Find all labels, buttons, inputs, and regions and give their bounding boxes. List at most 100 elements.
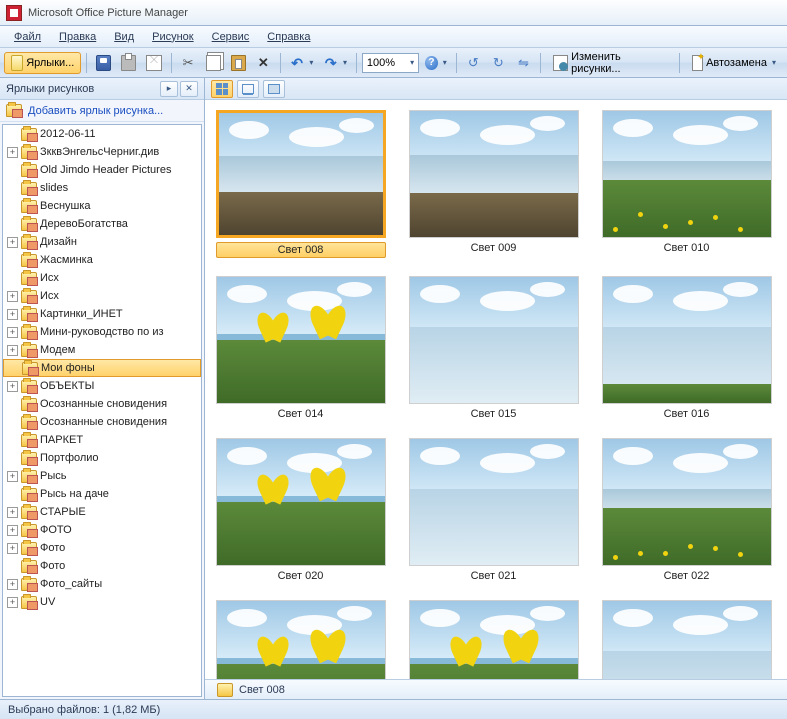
tree-item-label: 2012-06-11	[40, 128, 95, 140]
tree-item[interactable]: Осознанные сновидения	[3, 413, 201, 431]
thumbnail[interactable]: Свет 016	[599, 276, 774, 420]
tree-item[interactable]: +Модем	[3, 341, 201, 359]
thumbnail-area[interactable]: Свет 008Свет 009Свет 010 Свет 014Свет 015…	[205, 100, 787, 679]
panel-expand-button[interactable]: ▸	[160, 81, 178, 97]
tree-item[interactable]: +Картинки_ИНЕТ	[3, 305, 201, 323]
tree-item[interactable]: Осознанные сновидения	[3, 395, 201, 413]
thumbnail[interactable]: Свет 015	[406, 276, 581, 420]
thumbnail[interactable]: Свет 026	[213, 600, 388, 679]
thumbnail-image	[409, 600, 579, 679]
flip-button[interactable]: ⇋	[512, 52, 535, 74]
tree-item[interactable]: +Исх	[3, 287, 201, 305]
autocorrect-label: Автозамена	[706, 57, 767, 69]
expand-toggle[interactable]: +	[7, 525, 18, 536]
tree-item[interactable]: ПАРКЕТ	[3, 431, 201, 449]
tree-item[interactable]: +ЗкквЭнгельсЧерниг.див	[3, 143, 201, 161]
add-shortcut-link[interactable]: Добавить ярлык рисунка...	[0, 100, 204, 122]
tree-item[interactable]: Фото	[3, 557, 201, 575]
expand-toggle	[7, 399, 18, 410]
rotate-right-button[interactable]: ↻	[487, 52, 510, 74]
filmstrip-view-button[interactable]	[237, 80, 259, 98]
tree-item[interactable]: slides	[3, 179, 201, 197]
folder-tree[interactable]: 2012-06-11 +ЗкквЭнгельсЧерниг.дивOld Jimd…	[2, 124, 202, 697]
menu-file[interactable]: Файл	[6, 29, 49, 45]
undo-button[interactable]: ↶▾	[286, 52, 318, 74]
autocorrect-button[interactable]: Автозамена ▾	[685, 52, 783, 74]
tree-item[interactable]: Жасминка	[3, 251, 201, 269]
tree-item[interactable]: Исх	[3, 269, 201, 287]
paste-button[interactable]	[227, 52, 250, 74]
save-icon	[96, 55, 111, 71]
tree-item[interactable]: Old Jimdo Header Pictures	[3, 161, 201, 179]
tree-item[interactable]: Портфолио	[3, 449, 201, 467]
separator	[86, 53, 87, 73]
tree-item[interactable]: Мои фоны	[3, 359, 201, 377]
status-text: Выбрано файлов: 1 (1,82 МБ)	[8, 704, 160, 716]
tree-item[interactable]: +UV	[3, 593, 201, 611]
panel-close-button[interactable]: ✕	[180, 81, 198, 97]
edit-pictures-button[interactable]: Изменить рисунки...	[546, 52, 674, 74]
menu-tools[interactable]: Сервис	[204, 29, 258, 45]
shortcuts-label: Ярлыки...	[26, 57, 74, 69]
help-button[interactable]: ?▾	[421, 52, 451, 74]
expand-toggle[interactable]: +	[7, 309, 18, 320]
expand-toggle[interactable]: +	[7, 579, 18, 590]
rotate-left-button[interactable]: ↺	[462, 52, 485, 74]
save-button[interactable]	[92, 52, 115, 74]
expand-toggle[interactable]: +	[7, 381, 18, 392]
thumbnail[interactable]: Свет 029	[599, 600, 774, 679]
tree-item[interactable]: +СТАРЫЕ	[3, 503, 201, 521]
expand-toggle[interactable]: +	[7, 237, 18, 248]
single-view-button[interactable]	[263, 80, 285, 98]
tree-item[interactable]: +Рысь	[3, 467, 201, 485]
thumbnail[interactable]: Свет 020	[213, 438, 388, 582]
thumbnail-view-button[interactable]	[211, 80, 233, 98]
thumbnail-image	[602, 276, 772, 404]
tree-item[interactable]: +Фото	[3, 539, 201, 557]
expand-toggle[interactable]: +	[7, 345, 18, 356]
expand-toggle[interactable]: +	[7, 507, 18, 518]
expand-toggle[interactable]: +	[7, 471, 18, 482]
separator	[280, 53, 281, 73]
tree-item[interactable]: 2012-06-11	[3, 125, 201, 143]
tree-item[interactable]: +Фото_сайты	[3, 575, 201, 593]
thumbnail[interactable]: Свет 014	[213, 276, 388, 420]
print-button[interactable]	[117, 52, 140, 74]
tree-item[interactable]: Веснушка	[3, 197, 201, 215]
expand-toggle[interactable]: +	[7, 291, 18, 302]
shortcuts-button[interactable]: Ярлыки...	[4, 52, 81, 74]
cut-button[interactable]: ✂	[176, 52, 199, 74]
expand-toggle[interactable]: +	[7, 327, 18, 338]
thumbnail[interactable]: Свет 022	[599, 438, 774, 582]
folder-icon	[21, 164, 37, 177]
thumbnail[interactable]: Свет 009	[406, 110, 581, 258]
folder-icon	[21, 308, 37, 321]
tree-item[interactable]: ДеревоБогатства	[3, 215, 201, 233]
menu-edit[interactable]: Правка	[51, 29, 104, 45]
tree-item[interactable]: +Дизайн	[3, 233, 201, 251]
thumbnail[interactable]: Свет 021	[406, 438, 581, 582]
content-panel: Свет 008Свет 009Свет 010 Свет 014Свет 015…	[205, 78, 787, 699]
mail-button[interactable]	[142, 52, 165, 74]
tree-item[interactable]: +ФОТО	[3, 521, 201, 539]
zoom-value: 100%	[367, 57, 395, 69]
thumbnail[interactable]: Свет 010	[599, 110, 774, 258]
thumbnail[interactable]: Свет 027	[406, 600, 581, 679]
thumbnail-image	[602, 110, 772, 238]
zoom-combo[interactable]: 100%▾	[362, 53, 419, 73]
menu-view[interactable]: Вид	[106, 29, 142, 45]
delete-button[interactable]: ✕	[252, 52, 275, 74]
thumbnail[interactable]: Свет 008	[213, 110, 388, 258]
copy-button[interactable]	[202, 52, 225, 74]
expand-toggle[interactable]: +	[7, 597, 18, 608]
folder-icon	[21, 146, 37, 159]
expand-toggle[interactable]: +	[7, 147, 18, 158]
expand-toggle[interactable]: +	[7, 543, 18, 554]
tree-item[interactable]: +ОБЪЕКТЫ	[3, 377, 201, 395]
folder-icon	[21, 290, 37, 303]
redo-button[interactable]: ↷▾	[319, 52, 351, 74]
tree-item[interactable]: Рысь на даче	[3, 485, 201, 503]
menu-picture[interactable]: Рисунок	[144, 29, 202, 45]
menu-help[interactable]: Справка	[259, 29, 318, 45]
tree-item[interactable]: +Мини-руководство по из	[3, 323, 201, 341]
